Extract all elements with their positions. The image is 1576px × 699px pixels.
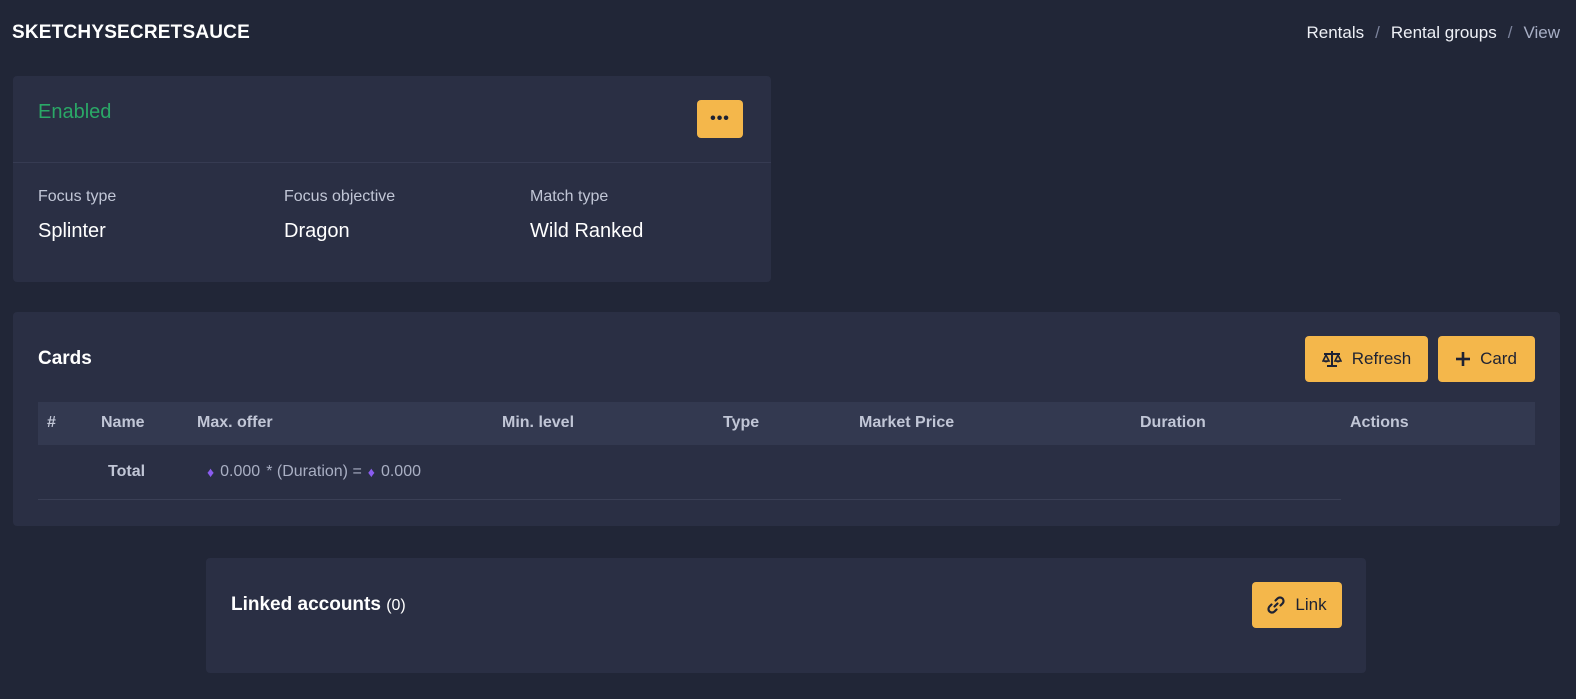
app-title: SKETCHYSECRETSAUCE (12, 22, 250, 43)
total-row: Total ♦ 0.000 * (Duration) = ♦ 0.000 (38, 445, 1341, 500)
total-label: Total (108, 463, 146, 480)
add-card-label: Card (1480, 349, 1517, 368)
linked-accounts-label: Linked accounts (231, 594, 381, 615)
focus-type-field: Focus type Splinter (38, 188, 284, 243)
currency-diamond-icon: ♦ (367, 464, 375, 480)
linked-accounts-title: Linked accounts (0) (231, 594, 406, 616)
breadcrumb-current: View (1523, 23, 1560, 42)
total-result: 0.000 (380, 463, 421, 480)
breadcrumb-rentals[interactable]: Rentals (1307, 23, 1365, 43)
linked-accounts-count: (0) (386, 597, 406, 614)
breadcrumb-separator: / (1507, 23, 1513, 42)
match-type-value: Wild Ranked (530, 220, 644, 242)
status-card: Enabled ••• Focus type Splinter Focus ob… (13, 76, 771, 282)
plus-icon (1456, 352, 1471, 366)
currency-diamond-icon: ♦ (207, 464, 215, 480)
focus-objective-field: Focus objective Dragon (284, 188, 530, 243)
page: SKETCHYSECRETSAUCE Rentals / Rental grou… (0, 0, 1576, 699)
focus-details: Focus type Splinter Focus objective Drag… (38, 188, 758, 243)
column-header-min-level: Min. level (502, 414, 575, 431)
total-formula-middle: * (Duration) = (266, 463, 362, 480)
total-formula: ♦ 0.000 * (Duration) = ♦ 0.000 (207, 463, 421, 481)
column-header-duration: Duration (1140, 414, 1206, 431)
cards-panel: Cards Refresh Card # Name Max. offer Min… (13, 312, 1560, 526)
breadcrumb: Rentals / Rental groups / View (1307, 23, 1561, 43)
cards-table: # Name Max. offer Min. level Type Market… (38, 402, 1535, 500)
match-type-label: Match type (530, 188, 609, 205)
focus-objective-value: Dragon (284, 220, 350, 242)
column-header-name: Name (101, 414, 145, 431)
status-card-header: Enabled ••• (13, 76, 771, 163)
match-type-field: Match type Wild Ranked (530, 188, 758, 243)
table-header: # Name Max. offer Min. level Type Market… (38, 402, 1535, 445)
link-account-button[interactable]: Link (1252, 582, 1342, 628)
column-header-actions: Actions (1350, 414, 1409, 431)
status-label: Enabled (38, 101, 112, 123)
link-icon (1267, 596, 1286, 614)
breadcrumb-rental-groups[interactable]: Rental groups (1391, 23, 1497, 43)
focus-objective-label: Focus objective (284, 188, 396, 205)
scale-icon (1321, 350, 1342, 368)
link-label: Link (1295, 595, 1327, 614)
more-options-button[interactable]: ••• (697, 100, 743, 138)
cards-title: Cards (38, 348, 92, 369)
column-header-max-offer: Max. offer (197, 414, 273, 431)
breadcrumb-separator: / (1375, 23, 1380, 42)
refresh-label: Refresh (1351, 349, 1412, 368)
column-header-index: # (47, 414, 56, 431)
add-card-button[interactable]: Card (1438, 336, 1535, 382)
refresh-button[interactable]: Refresh (1305, 336, 1428, 382)
column-header-market-price: Market Price (859, 414, 955, 431)
ellipsis-icon: ••• (710, 110, 730, 127)
linked-accounts-panel: Linked accounts (0) Link (206, 558, 1366, 673)
column-header-type: Type (723, 414, 760, 431)
total-amount: 0.000 (220, 463, 261, 480)
focus-type-label: Focus type (38, 188, 117, 205)
focus-type-value: Splinter (38, 220, 106, 242)
